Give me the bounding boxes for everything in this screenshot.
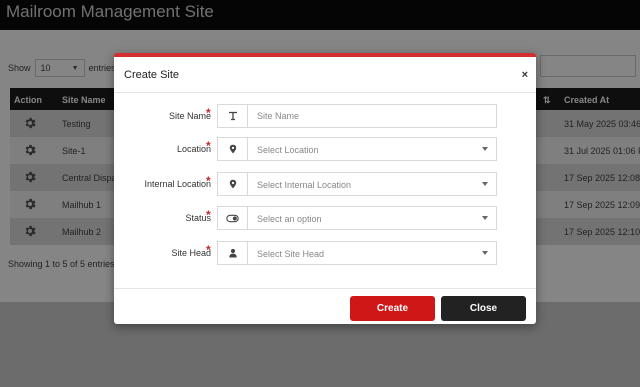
modal-header: Create Site × — [114, 57, 536, 93]
site-name-input[interactable] — [249, 106, 494, 126]
site-name-row: Site Name * — [114, 104, 536, 128]
required-marker: * — [206, 139, 211, 153]
site-head-row: Site Head * Select Site Head — [114, 241, 536, 265]
internal-location-label: Internal Location — [144, 179, 211, 189]
create-button[interactable]: Create — [350, 296, 435, 321]
chevron-down-icon — [482, 216, 488, 220]
site-head-placeholder: Select Site Head — [257, 249, 325, 259]
chevron-down-icon — [482, 251, 488, 255]
chevron-down-icon — [482, 147, 488, 151]
required-marker: * — [206, 208, 211, 222]
site-head-select[interactable]: Select Site Head — [217, 241, 497, 265]
modal-title: Create Site — [124, 69, 180, 81]
location-select[interactable]: Select Location — [217, 137, 497, 161]
modal-footer: Create Close — [114, 288, 536, 328]
site-name-field — [217, 104, 497, 128]
status-select[interactable]: Select an option — [217, 206, 497, 230]
location-row: Location * Select Location — [114, 137, 536, 161]
map-pin-icon — [218, 138, 248, 160]
close-icon[interactable]: × — [522, 69, 528, 81]
map-pin-icon — [218, 173, 248, 195]
create-site-modal: Create Site × Site Name * Location * Sel… — [114, 53, 536, 324]
chevron-down-icon — [482, 182, 488, 186]
internal-location-placeholder: Select Internal Location — [257, 180, 352, 190]
internal-location-select[interactable]: Select Internal Location — [217, 172, 497, 196]
user-icon — [218, 242, 248, 264]
text-cursor-icon — [218, 105, 248, 127]
site-name-label: Site Name — [168, 111, 211, 121]
internal-location-row: Internal Location * Select Internal Loca… — [114, 172, 536, 196]
required-marker: * — [206, 174, 211, 188]
required-marker: * — [206, 106, 211, 120]
status-row: Status * Select an option — [114, 206, 536, 230]
close-button[interactable]: Close — [441, 296, 526, 321]
status-placeholder: Select an option — [257, 214, 322, 224]
location-placeholder: Select Location — [257, 145, 319, 155]
required-marker: * — [206, 243, 211, 257]
toggle-icon — [218, 207, 248, 229]
